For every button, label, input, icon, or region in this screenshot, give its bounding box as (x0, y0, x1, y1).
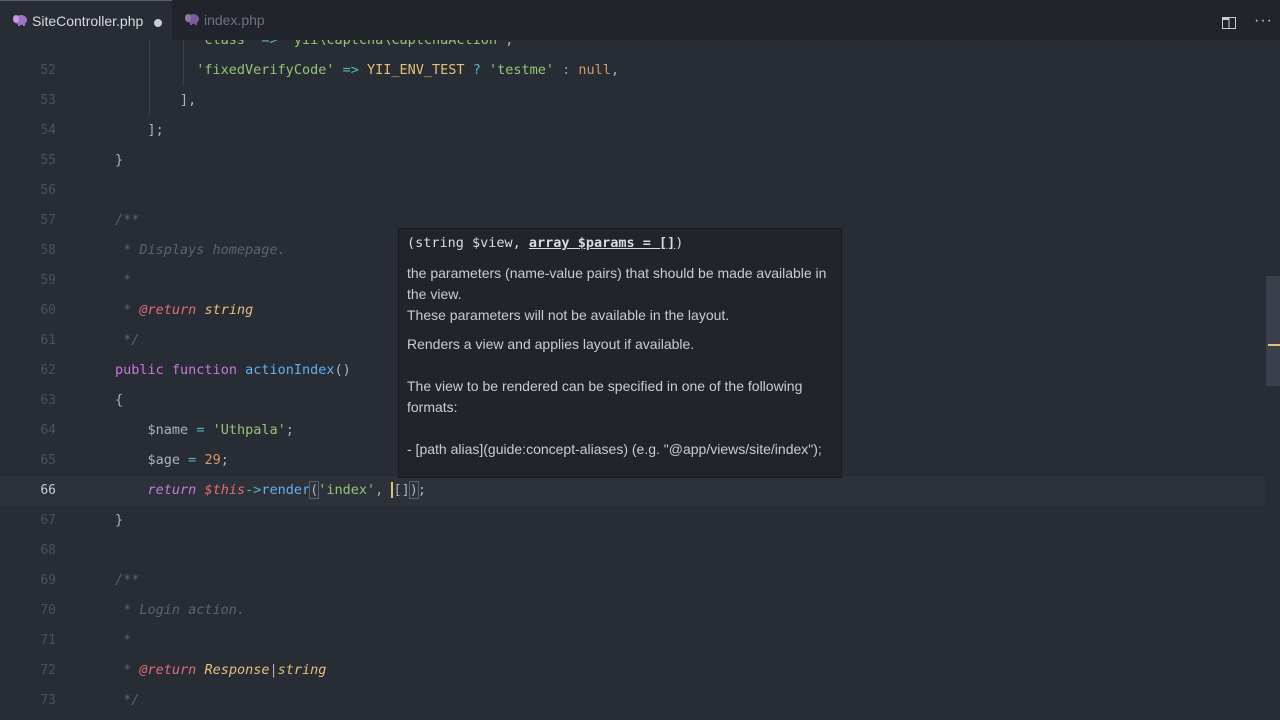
line-number: 59 (40, 273, 56, 288)
code-text: ]; (147, 122, 164, 138)
line-number: 54 (40, 123, 56, 138)
text-cursor (391, 482, 394, 498)
code-text: 'fixedVerifyCode' => YII_ENV_TEST ? 'tes… (196, 62, 620, 78)
line-number: 58 (40, 243, 56, 258)
code-text: /** (115, 212, 140, 228)
line-number: 56 (40, 183, 56, 198)
line-number: 64 (40, 423, 56, 438)
method-example: - [path alias](guide:concept-aliases) (e… (407, 441, 822, 457)
code-text: * Displays homepage. (115, 242, 286, 258)
line-number: 71 (40, 633, 56, 648)
line-number: 69 (40, 573, 56, 588)
line-number: 68 (40, 543, 56, 558)
method-details: The view to be rendered can be specified… (407, 378, 803, 415)
code-text: } (115, 152, 124, 168)
signature-line: (string $view, array $params = []) (407, 235, 684, 251)
split-editor-icon[interactable] (1222, 14, 1236, 29)
line-number: 65 (40, 453, 56, 468)
more-actions-button[interactable]: ··· (1254, 12, 1273, 30)
line-number: 63 (40, 393, 56, 408)
code-line: 68 (0, 536, 1265, 566)
code-text: */ (115, 692, 140, 708)
code-text: $age = 29; (147, 452, 229, 468)
code-line: 69 /** (0, 566, 1265, 596)
code-text: /** (115, 572, 140, 588)
code-line: 71 * (0, 626, 1265, 656)
tab-index-php[interactable]: index.php (172, 0, 332, 40)
active-parameter: array $params = [] (528, 235, 676, 251)
code-text: { (115, 392, 124, 408)
code-text: */ (115, 332, 140, 348)
scrollbar-cursor-marker (1268, 344, 1280, 346)
code-text: * (115, 272, 132, 288)
method-summary: Renders a view and applies layout if ava… (407, 336, 695, 352)
code-line: 'class' => 'yii\captcha\CaptchaAction', (0, 40, 1265, 56)
param-description: the parameters (name-value pairs) that s… (407, 265, 827, 302)
code-text: } (115, 512, 124, 528)
unsaved-dot-icon (154, 19, 162, 27)
line-number: 52 (40, 63, 56, 78)
code-text: $name = 'Uthpala'; (147, 422, 294, 438)
tab-label: SiteController.php (32, 12, 144, 29)
line-number: 73 (40, 693, 56, 708)
signature-help-tooltip: (string $view, array $params = []) the p… (398, 228, 842, 478)
code-line: 54 ]; (0, 116, 1265, 146)
code-text: * Login action. (115, 602, 246, 618)
tab-label: index.php (204, 12, 265, 28)
code-text: * @return Response|string (115, 662, 327, 678)
php-elephant-icon (12, 13, 28, 29)
code-text: public function actionIndex() (115, 362, 351, 378)
code-line: 67 } (0, 506, 1265, 536)
code-line: 53 ], (0, 86, 1265, 116)
line-number: 60 (40, 303, 56, 318)
code-line-current: 66 return $this->render('index', []); (0, 476, 1265, 506)
code-line: 70 * Login action. (0, 596, 1265, 626)
line-number: 61 (40, 333, 56, 348)
tab-site-controller[interactable]: SiteController.php (0, 0, 172, 40)
vertical-scrollbar-thumb[interactable] (1266, 276, 1280, 386)
line-number: 62 (40, 363, 56, 378)
php-elephant-icon (184, 12, 200, 28)
code-line: 52 'fixedVerifyCode' => YII_ENV_TEST ? '… (0, 56, 1265, 86)
line-number: 57 (40, 213, 56, 228)
line-number: 70 (40, 603, 56, 618)
code-text: * @return string (115, 302, 254, 318)
code-text[interactable]: return $this->render('index', []); (115, 481, 426, 499)
param-note: These parameters will not be available i… (407, 307, 730, 323)
line-number: 66 (40, 483, 56, 498)
code-line: 72 * @return Response|string (0, 656, 1265, 686)
code-text: * (115, 632, 132, 648)
line-number: 72 (40, 663, 56, 678)
line-number: 67 (40, 513, 56, 528)
code-line: 55 } (0, 146, 1265, 176)
code-text: ], (180, 92, 197, 108)
tab-bar: SiteController.php index.php ··· (0, 0, 1280, 40)
code-text: 'class' => 'yii\captcha\CaptchaAction', (196, 40, 514, 48)
line-number: 53 (40, 93, 56, 108)
code-line: 56 (0, 176, 1265, 206)
code-line: 73 */ (0, 686, 1265, 716)
line-number: 55 (40, 153, 56, 168)
